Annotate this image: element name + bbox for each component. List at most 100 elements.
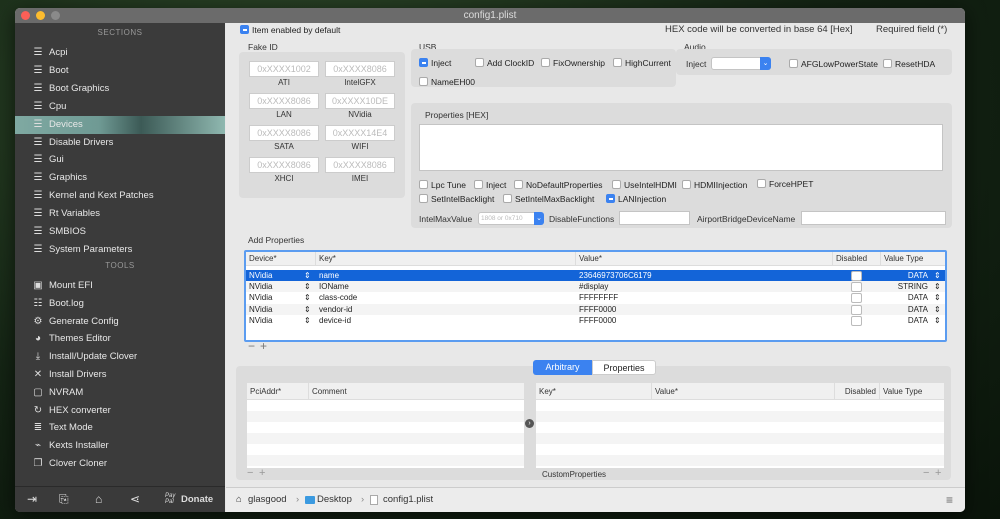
forcehpet-checkbox[interactable]: ForceHPET bbox=[757, 179, 813, 189]
setintelbacklight-checkbox[interactable]: SetIntelBacklight bbox=[419, 194, 494, 204]
stepper-icon[interactable]: ⇕ bbox=[934, 304, 941, 315]
checkbox-box[interactable] bbox=[419, 58, 428, 67]
sidebar-item-kernel-and-kext-patches[interactable]: ☰ Kernel and Kext Patches bbox=[15, 187, 225, 205]
disabled-checkbox[interactable] bbox=[851, 271, 862, 281]
import-icon[interactable]: ⇥ bbox=[27, 492, 37, 506]
checkbox-box[interactable] bbox=[789, 59, 798, 68]
column-header-device[interactable]: Device* bbox=[246, 252, 316, 266]
column-header-key[interactable]: Key* bbox=[536, 383, 652, 400]
fake-id-lan-input[interactable]: 0xXXXX8086 bbox=[249, 93, 319, 109]
tab-properties[interactable]: Properties bbox=[592, 360, 656, 375]
donate-button[interactable]: Donate bbox=[181, 494, 213, 505]
sidebar-tool-nvram[interactable]: ▢ NVRAM bbox=[15, 384, 225, 402]
stepper-icon[interactable]: ⇕ bbox=[304, 315, 311, 326]
stepper-icon[interactable]: ⇕ bbox=[304, 304, 311, 315]
checkbox-box[interactable] bbox=[503, 194, 512, 203]
checkbox-box[interactable] bbox=[757, 179, 766, 188]
custom-remove-button[interactable]: − bbox=[923, 467, 929, 479]
checkbox-box[interactable] bbox=[475, 58, 484, 67]
audio-inject-select[interactable]: ⌄ bbox=[711, 57, 771, 70]
sidebar-tool-mount-efi[interactable]: ▣ Mount EFI bbox=[15, 277, 225, 295]
sidebar-tool-themes-editor[interactable]: ◕ Themes Editor bbox=[15, 330, 225, 348]
table-row[interactable]: NVidia ⇕ vendor-id FFFF0000 DATA ⇕ bbox=[246, 303, 945, 315]
checkbox-box[interactable] bbox=[419, 180, 428, 189]
add-properties-table[interactable]: Device* Key* Value* Disabled Value Type … bbox=[244, 250, 947, 342]
sidebar-tool-hex-converter[interactable]: ↻ HEX converter bbox=[15, 402, 225, 420]
checkbox-box[interactable] bbox=[613, 58, 622, 67]
checkbox-box[interactable] bbox=[541, 58, 550, 67]
sidebar-item-boot[interactable]: ☰ Boot bbox=[15, 62, 225, 80]
fake-id-sata-input[interactable]: 0xXXXX8086 bbox=[249, 125, 319, 141]
sidebar-tool-text-mode[interactable]: ≣ Text Mode bbox=[15, 419, 225, 437]
column-header-disabled[interactable]: Disabled bbox=[833, 252, 881, 266]
checkbox-box[interactable] bbox=[419, 194, 428, 203]
properties-hex-textarea[interactable] bbox=[419, 124, 943, 171]
table-row[interactable]: NVidia ⇕ name 23646973706C6179 DATA ⇕ bbox=[246, 270, 945, 281]
checkbox-box[interactable] bbox=[606, 194, 615, 203]
fake-id-wifi-input[interactable]: 0xXXXX14E4 bbox=[325, 125, 395, 141]
share-icon[interactable]: ⋖ bbox=[130, 492, 140, 506]
sidebar-item-graphics[interactable]: ☰ Graphics bbox=[15, 169, 225, 187]
device-cell[interactable]: NVidia bbox=[249, 292, 272, 303]
key-cell[interactable]: device-id bbox=[319, 315, 351, 326]
stepper-icon[interactable]: ⇕ bbox=[934, 315, 941, 326]
arbitrary-add-button[interactable]: + bbox=[259, 467, 265, 479]
value-type-cell[interactable]: DATA bbox=[886, 304, 928, 315]
table-row[interactable]: NVidia ⇕ IOName #display STRING ⇕ bbox=[246, 281, 945, 293]
column-header-value-type[interactable]: Value Type bbox=[881, 252, 945, 266]
export-icon[interactable]: ⎘ bbox=[59, 492, 69, 507]
key-cell[interactable]: IOName bbox=[319, 281, 349, 292]
column-header-comment[interactable]: Comment bbox=[309, 383, 524, 400]
sidebar-tool-boot-log[interactable]: ☷ Boot.log bbox=[15, 295, 225, 313]
custom-add-button[interactable]: + bbox=[935, 467, 941, 479]
resethda-checkbox[interactable]: ResetHDA bbox=[883, 59, 935, 69]
disabled-checkbox[interactable] bbox=[851, 304, 862, 315]
lpc-tune-checkbox[interactable]: Lpc Tune bbox=[419, 180, 466, 190]
nodefaultproperties-checkbox[interactable]: NoDefaultProperties bbox=[514, 180, 603, 190]
value-cell[interactable]: FFFF0000 bbox=[579, 315, 616, 326]
disable-functions-input[interactable] bbox=[619, 211, 690, 225]
stepper-icon[interactable]: ⇕ bbox=[304, 270, 311, 281]
key-cell[interactable]: class-code bbox=[319, 292, 357, 303]
sidebar-tool-generate-config[interactable]: ⚙ Generate Config bbox=[15, 313, 225, 331]
stepper-icon[interactable]: ⇕ bbox=[934, 281, 941, 292]
path-item-file[interactable]: config1.plist bbox=[383, 488, 433, 512]
sidebar-item-smbios[interactable]: ☰ SMBIOS bbox=[15, 223, 225, 241]
checkbox-box[interactable] bbox=[682, 180, 691, 189]
laninjection-checkbox[interactable]: LANInjection bbox=[606, 194, 666, 204]
stepper-icon[interactable]: ⇕ bbox=[304, 281, 311, 292]
value-type-cell[interactable]: STRING bbox=[886, 281, 928, 292]
nameeh00-checkbox[interactable]: NameEH00 bbox=[419, 77, 475, 87]
sidebar-tool-install-update-clover[interactable]: ⤓ Install/Update Clover bbox=[15, 348, 225, 366]
hdmiinjection-checkbox[interactable]: HDMIInjection bbox=[682, 180, 747, 190]
add-row-button[interactable]: + bbox=[260, 339, 267, 353]
fake-id-imei-input[interactable]: 0xXXXX8086 bbox=[325, 157, 395, 173]
fixownership-checkbox[interactable]: FixOwnership bbox=[541, 58, 605, 68]
value-cell[interactable]: #display bbox=[579, 281, 608, 292]
item-enabled-checkbox[interactable]: Item enabled by default bbox=[240, 25, 340, 35]
useintelhdmi-checkbox[interactable]: UseIntelHDMI bbox=[612, 180, 677, 190]
fake-id-xhci-input[interactable]: 0xXXXX8086 bbox=[249, 157, 319, 173]
stepper-icon[interactable]: ⇕ bbox=[934, 270, 941, 281]
column-header-value[interactable]: Value* bbox=[576, 252, 833, 266]
value-cell[interactable]: FFFF0000 bbox=[579, 304, 616, 315]
checkbox-box[interactable] bbox=[883, 59, 892, 68]
sidebar-tool-install-drivers[interactable]: ✕ Install Drivers bbox=[15, 366, 225, 384]
value-type-cell[interactable]: DATA bbox=[886, 315, 928, 326]
menu-icon[interactable]: ≡ bbox=[946, 488, 953, 512]
device-cell[interactable]: NVidia bbox=[249, 281, 272, 292]
checkbox-box[interactable] bbox=[514, 180, 523, 189]
value-cell[interactable]: 23646973706C6179 bbox=[579, 270, 652, 281]
intel-max-value-combo[interactable]: 1808 or 0x710 ⌄ bbox=[478, 212, 544, 225]
sidebar-item-rt-variables[interactable]: ☰ Rt Variables bbox=[15, 205, 225, 223]
column-header-disabled[interactable]: Disabled bbox=[835, 383, 880, 400]
sidebar-item-devices[interactable]: ☰ Devices bbox=[15, 115, 225, 134]
column-header-key[interactable]: Key* bbox=[316, 252, 576, 266]
disabled-checkbox[interactable] bbox=[851, 315, 862, 326]
arrow-right-icon[interactable]: › bbox=[525, 419, 534, 428]
tab-arbitrary[interactable]: Arbitrary bbox=[533, 360, 592, 375]
path-item-user[interactable]: glasgood bbox=[248, 488, 287, 512]
highcurrent-checkbox[interactable]: HighCurrent bbox=[613, 58, 671, 68]
inject-checkbox[interactable]: Inject bbox=[474, 180, 506, 190]
column-header-value-type[interactable]: Value Type bbox=[880, 383, 944, 400]
